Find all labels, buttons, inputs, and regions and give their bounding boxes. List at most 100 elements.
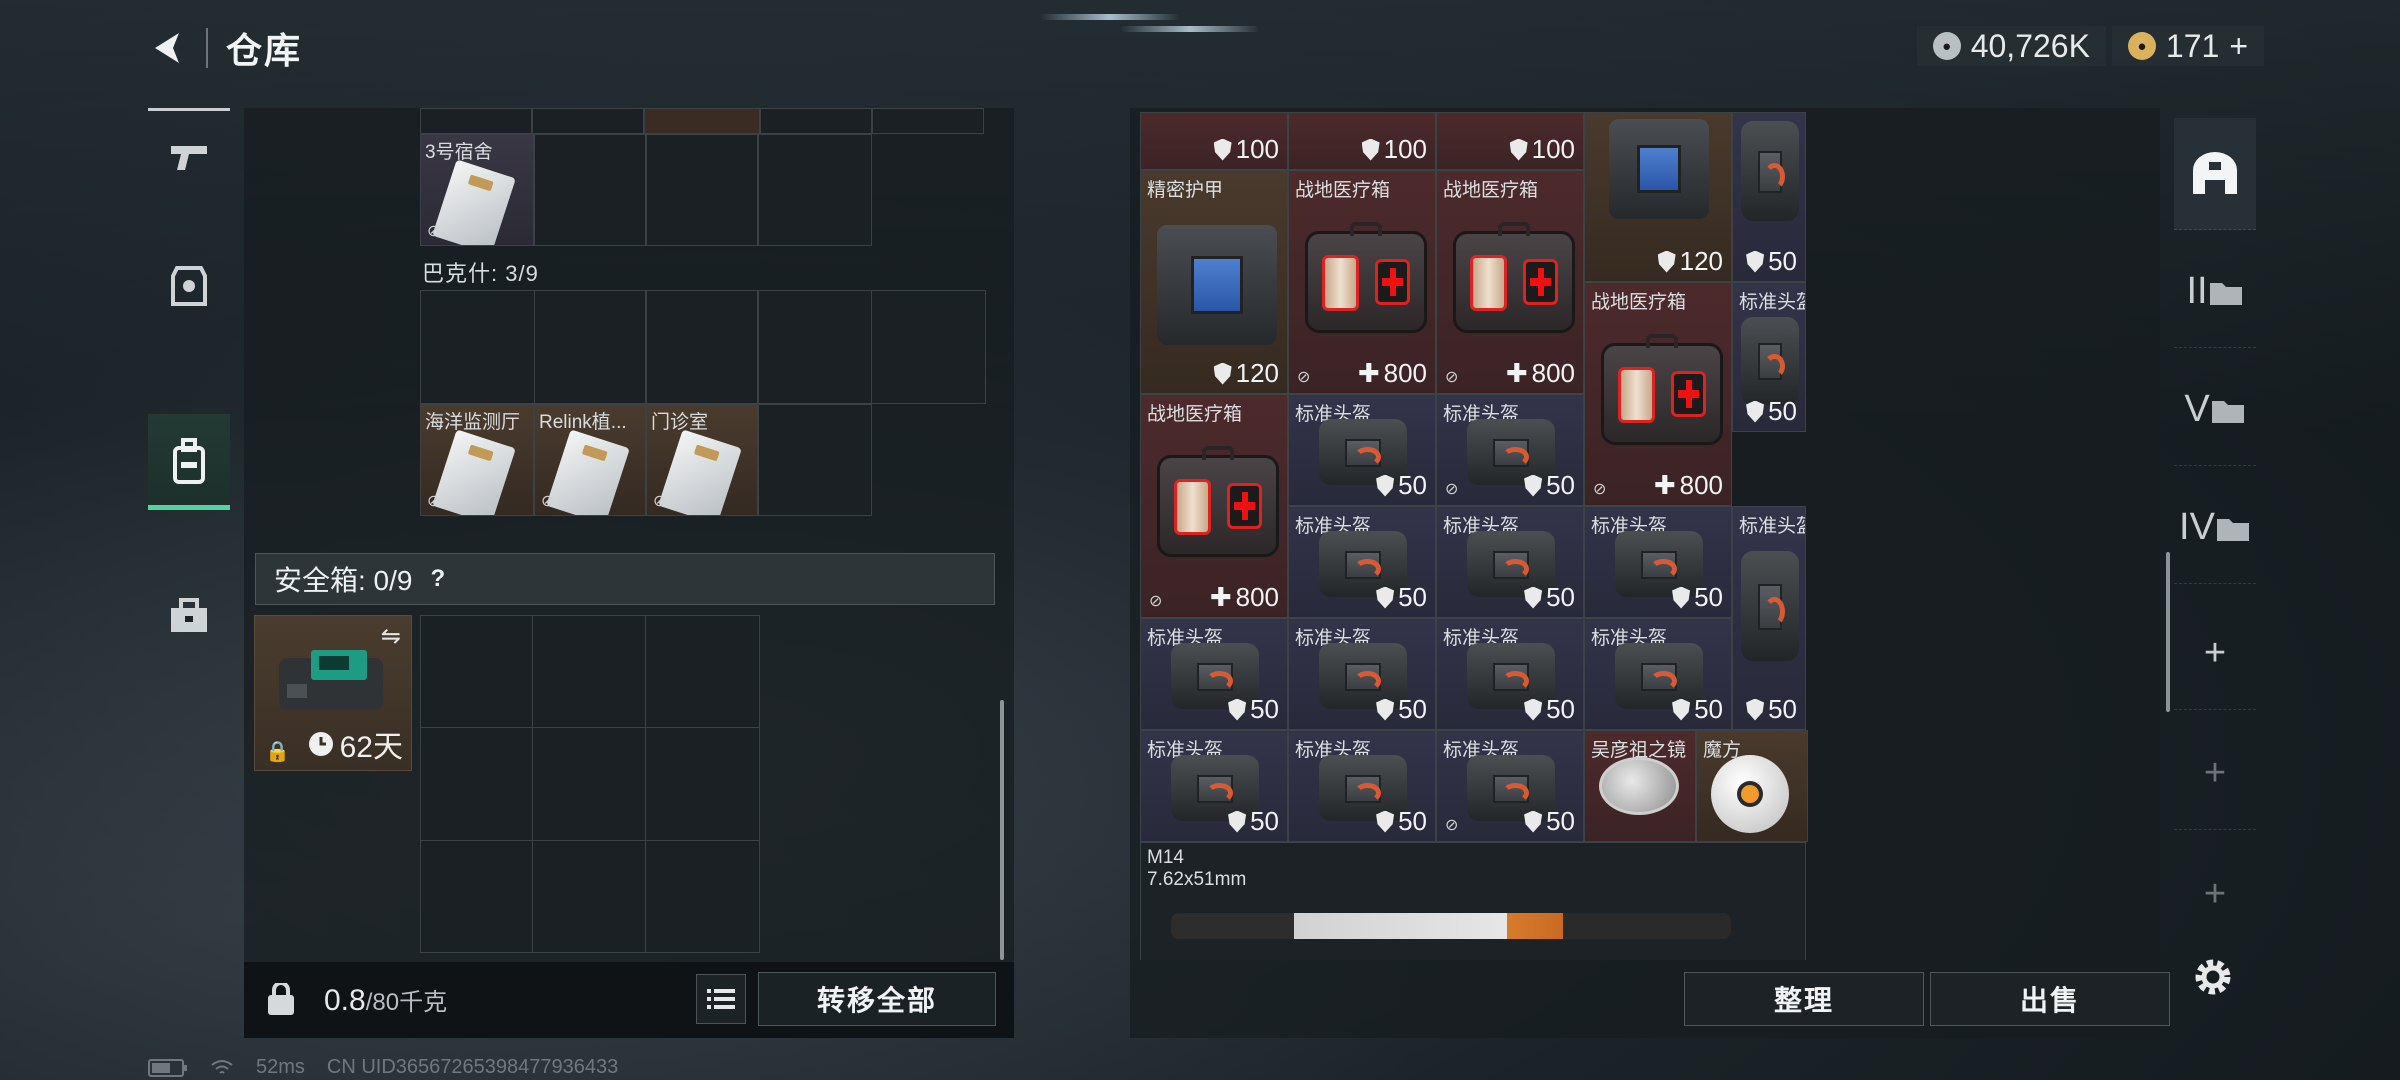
item-heal: ✚ 800 <box>1210 582 1279 613</box>
grid-cell[interactable] <box>758 290 872 404</box>
stash-item-keycard[interactable]: 3号宿舍 ⊘ <box>420 134 534 246</box>
mirror-icon <box>1599 757 1679 815</box>
grid-cell[interactable] <box>420 727 760 841</box>
tab-storage-2[interactable]: II <box>2174 236 2256 348</box>
grid-cell[interactable] <box>420 108 532 134</box>
grid-cell[interactable] <box>534 134 646 246</box>
nav-tab-toolbox[interactable] <box>148 568 230 664</box>
premium-balance[interactable]: ● 171 + <box>2111 26 2264 66</box>
tab-storage-main[interactable] <box>2174 118 2256 230</box>
backpack-item-keycard[interactable]: 门诊室 ⊘ <box>646 404 758 516</box>
coin-icon: ● <box>1932 32 1961 60</box>
shield-icon <box>1376 474 1395 497</box>
help-icon[interactable]: ? <box>430 565 445 593</box>
helmet-item[interactable]: 标准头盔 50 <box>1584 618 1732 730</box>
safe-box-item[interactable]: ⇋ 🔒 62天 <box>254 615 412 771</box>
armor-item[interactable]: 120 <box>1584 112 1732 282</box>
mirror-item[interactable]: 吴彦祖之镜 <box>1584 730 1696 842</box>
coin-amount: 40,726K <box>1970 27 2090 64</box>
warehouse-scrollbar[interactable] <box>2166 552 2170 712</box>
medkit-item[interactable]: 战地医疗箱 ⊘ ✚ 800 <box>1140 394 1288 618</box>
stash-scrollbar[interactable] <box>1000 700 1004 960</box>
helmet-item[interactable]: 标准头盔 50 <box>1732 506 1806 730</box>
backpack-item-keycard[interactable]: Relink植... ⊘ <box>534 404 646 516</box>
helmet-item[interactable]: 标准头盔 50 <box>1732 282 1806 432</box>
grid-cell[interactable] <box>760 108 872 134</box>
grid-cell[interactable] <box>532 108 644 134</box>
item-value: 50 <box>1546 694 1575 724</box>
item-value: 50 <box>1398 694 1427 724</box>
grid-cell[interactable] <box>646 134 758 246</box>
shield-icon <box>1657 250 1676 273</box>
nav-tab-armor[interactable] <box>148 238 230 334</box>
helmet-item[interactable]: 标准头盔 50 <box>1140 730 1288 842</box>
grid-item[interactable]: 100 <box>1140 112 1288 170</box>
back-button[interactable] <box>148 26 188 70</box>
grid-item[interactable]: 100 <box>1436 112 1584 170</box>
medkit-item[interactable]: 战地医疗箱 ⊘ ✚ 800 <box>1288 170 1436 394</box>
item-label: 门诊室 <box>651 412 709 433</box>
item-value: 800 <box>1531 358 1575 388</box>
cube-item[interactable]: 魔方 <box>1696 730 1808 842</box>
add-tab-button[interactable]: + <box>2174 838 2256 950</box>
helmet-item[interactable]: 标准头盔 50 <box>1288 618 1436 730</box>
helmet-item[interactable]: 标准头盔 ⊘ 50 <box>1436 394 1584 506</box>
grid-item[interactable]: 100 <box>1288 112 1436 170</box>
backpack-item-keycard[interactable]: 海洋监测厅 ⊘ <box>420 404 534 516</box>
lock-icon: 🔒 <box>265 741 290 763</box>
back-arrow-icon <box>155 33 179 63</box>
no-trade-icon: ⊘ <box>653 493 667 510</box>
tab-storage-3[interactable]: V <box>2174 354 2256 466</box>
grid-cell[interactable] <box>758 404 872 516</box>
settings-button[interactable] <box>2188 952 2238 1002</box>
transfer-all-button[interactable]: 转移全部 <box>758 972 996 1026</box>
nav-tab-weapons[interactable] <box>148 108 230 204</box>
item-label: 战地医疗箱 <box>1147 404 1243 425</box>
swap-icon[interactable]: ⇋ <box>381 622 401 651</box>
tab-storage-4[interactable]: IV <box>2174 472 2256 584</box>
weapon-item[interactable]: M14 7.62x51mm <box>1140 842 1806 960</box>
item-durability: 50 <box>1376 806 1427 837</box>
sell-button[interactable]: 出售 <box>1930 972 2170 1026</box>
medkit-item[interactable]: 战地医疗箱 ⊘ ✚ 800 <box>1584 282 1732 506</box>
medkit-item[interactable]: 战地医疗箱 ⊘ ✚ 800 <box>1436 170 1584 394</box>
item-label: 精密护甲 <box>1147 180 1224 201</box>
helmet-item[interactable]: 标准头盔 50 <box>1140 618 1288 730</box>
organize-button[interactable]: 整理 <box>1684 972 1924 1026</box>
list-view-button[interactable] <box>696 974 746 1024</box>
helmet-item[interactable]: 标准头盔 50 <box>1288 730 1436 842</box>
item-durability: 50 <box>1524 470 1575 501</box>
item-durability: 50 <box>1746 396 1797 427</box>
armor-item[interactable]: 精密护甲 120 <box>1140 170 1288 394</box>
helmet-item[interactable]: 标准头盔 50 <box>1436 506 1584 618</box>
grid-cell[interactable] <box>534 290 646 404</box>
storage-tabs: II V IV + + + <box>2174 118 2256 918</box>
helmet-item[interactable]: 标准头盔 50 <box>1288 506 1436 618</box>
safe-box-header: 安全箱: 0/9 ? <box>255 553 995 605</box>
item-value: 100 <box>1383 134 1427 164</box>
item-value: 100 <box>1235 134 1279 164</box>
item-durability: 50 <box>1376 694 1427 725</box>
item-value: 50 <box>1768 246 1797 276</box>
add-tab-button[interactable]: + <box>2174 598 2256 710</box>
wifi-icon <box>211 1059 233 1074</box>
grid-cell[interactable] <box>644 108 760 134</box>
home-icon <box>2193 151 2237 194</box>
helmet-item[interactable]: 50 <box>1732 112 1806 282</box>
add-currency-icon[interactable]: + <box>2229 28 2248 65</box>
helmet-item[interactable]: 标准头盔 50 <box>1436 618 1584 730</box>
grid-cell[interactable] <box>758 134 872 246</box>
item-durability: 50 <box>1228 694 1279 725</box>
folder-icon <box>2211 400 2244 423</box>
uid-readout: CN UID36567265398477936433 <box>326 1056 619 1078</box>
helmet-item[interactable]: 标准头盔 50 <box>1584 506 1732 618</box>
helmet-icon <box>1741 551 1799 661</box>
add-tab-button[interactable]: + <box>2174 718 2256 830</box>
grid-cell[interactable] <box>646 290 758 404</box>
helmet-item[interactable]: 标准头盔 50 <box>1288 394 1436 506</box>
helmet-item[interactable]: 标准头盔 ⊘ 50 <box>1436 730 1584 842</box>
clock-icon <box>308 732 333 756</box>
item-heal: ✚ 800 <box>1506 358 1575 389</box>
grid-cell[interactable] <box>872 108 984 134</box>
nav-tab-backpack[interactable] <box>148 414 230 510</box>
